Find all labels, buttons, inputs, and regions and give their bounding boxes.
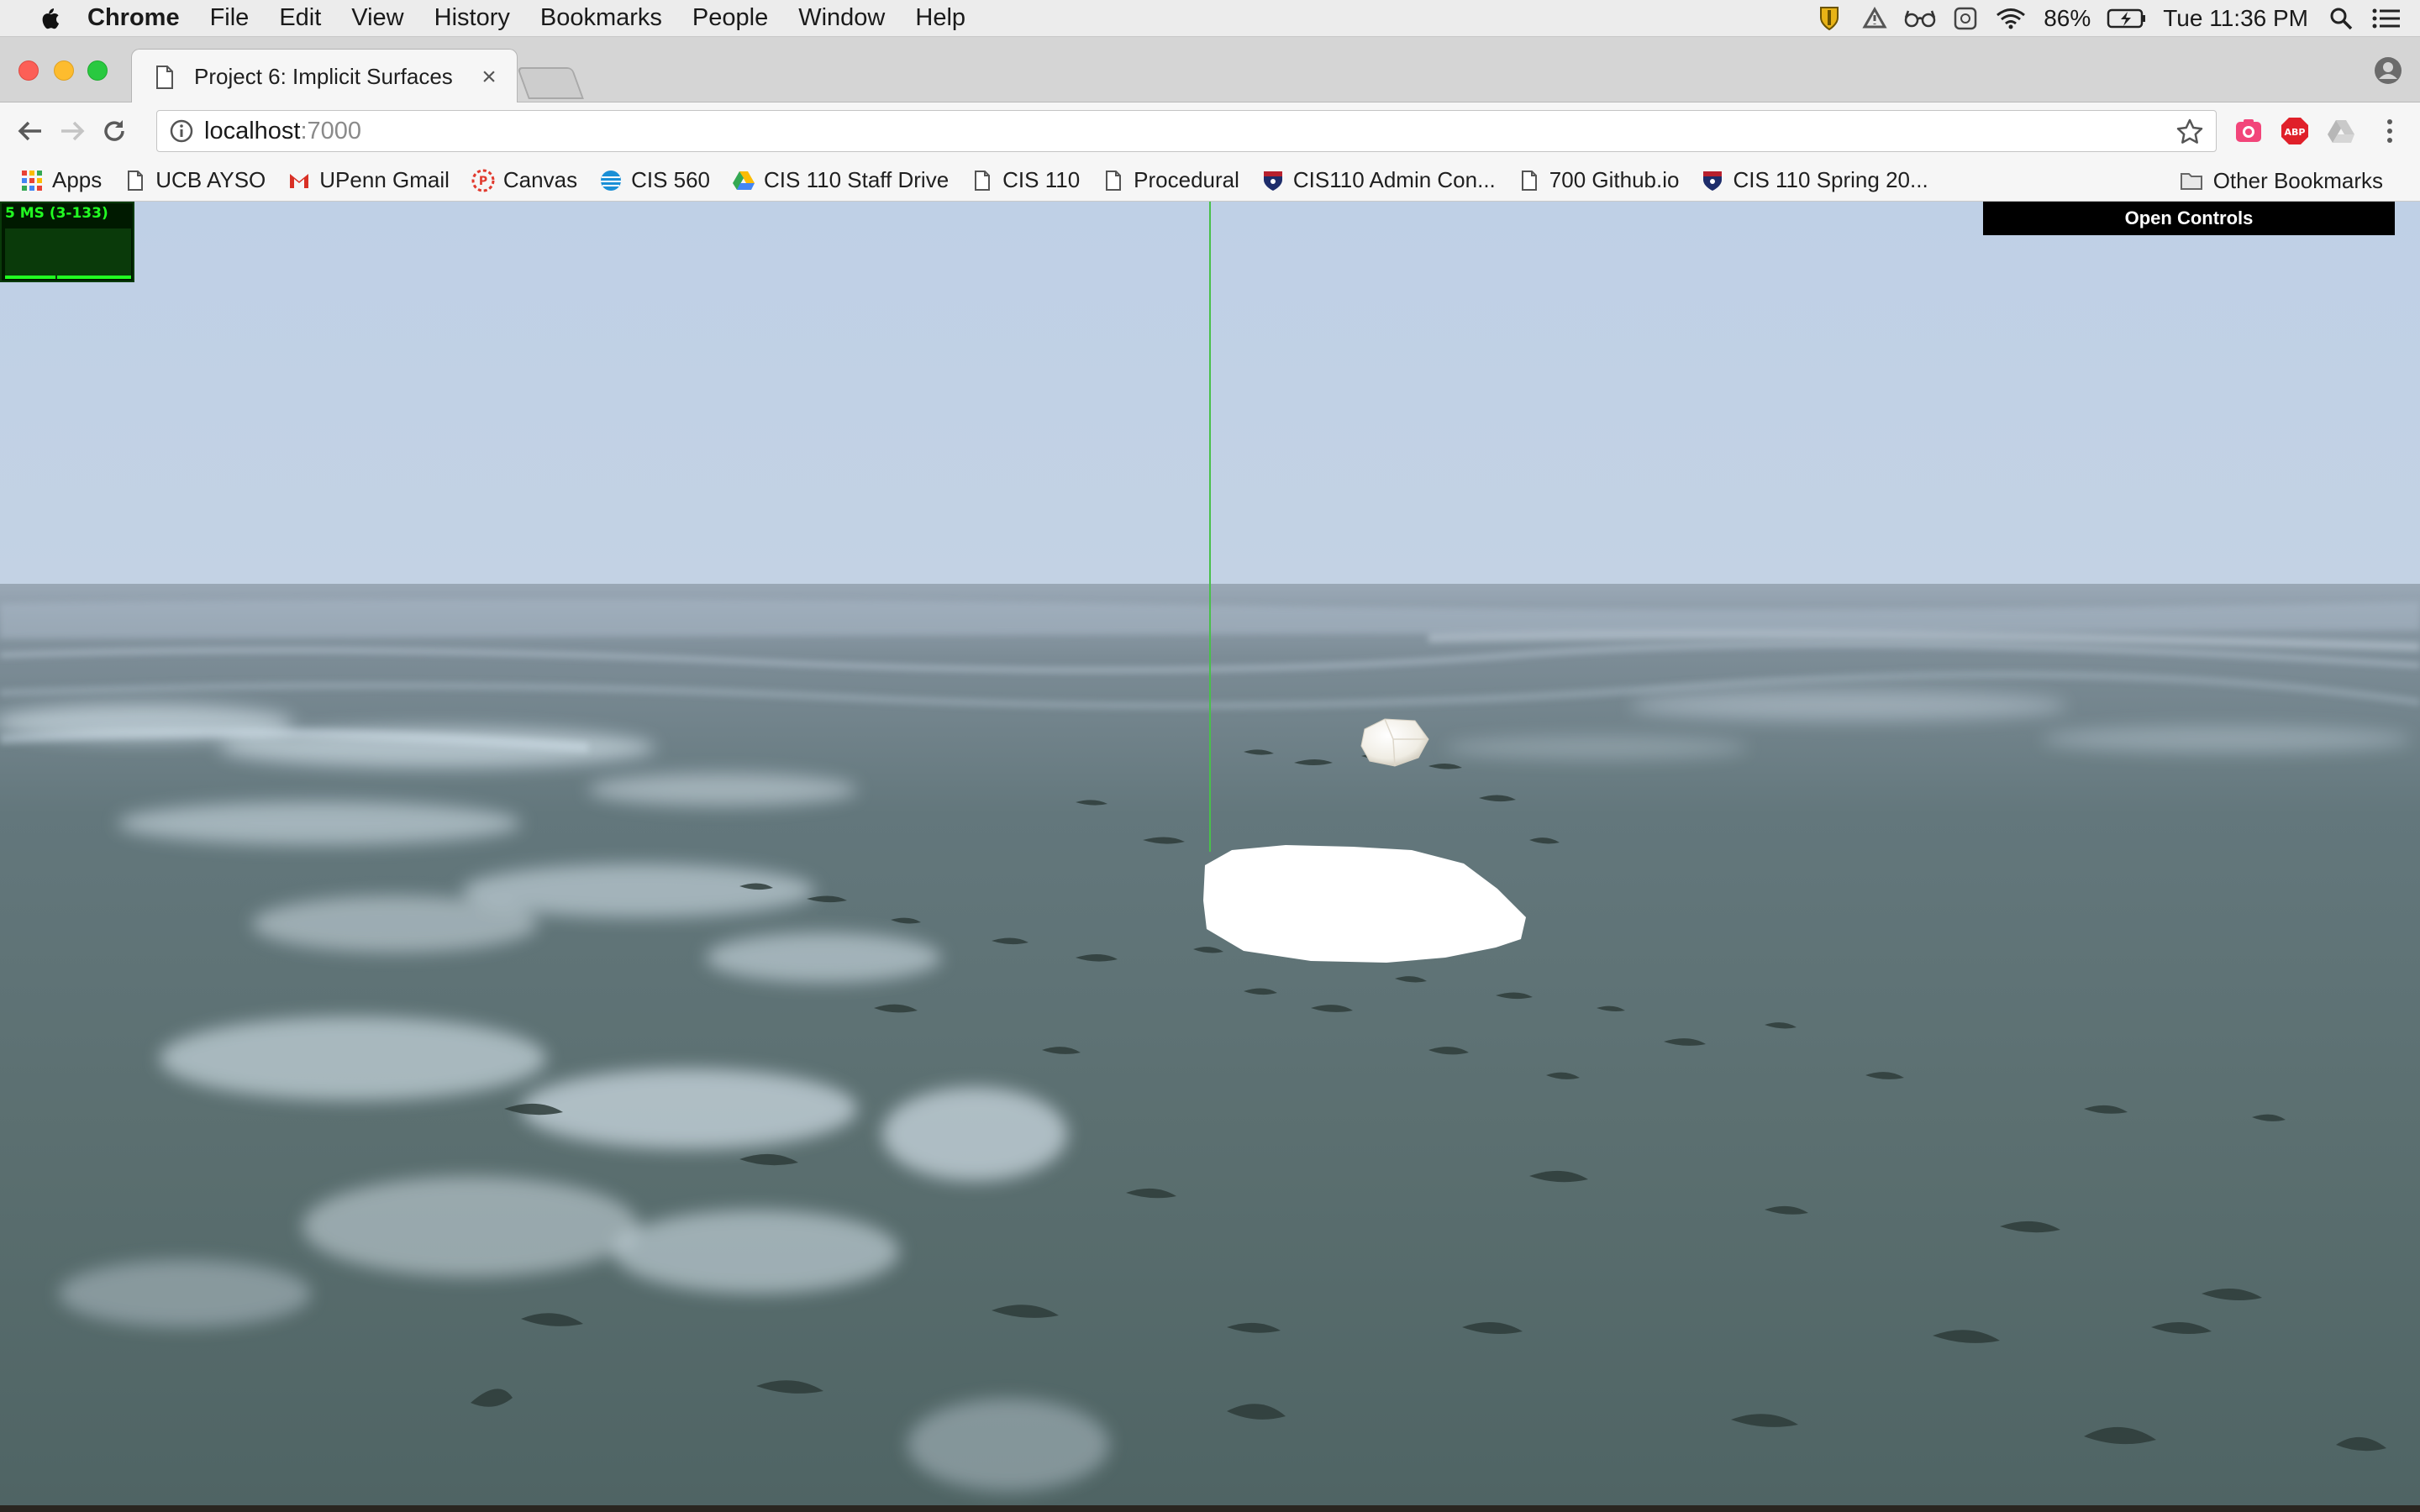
bookmark-label: CIS 110 Staff Drive <box>764 167 950 192</box>
address-bar[interactable]: localhost:7000 <box>156 110 2217 152</box>
bookmark-cis110-admin-console[interactable]: CIS110 Admin Con... <box>1261 167 1496 193</box>
back-button[interactable] <box>10 111 50 151</box>
canvas-icon: P <box>471 169 495 192</box>
notification-center-icon[interactable] <box>2368 0 2405 37</box>
screen-capture-icon[interactable] <box>1947 0 1984 37</box>
bookmark-label: CIS 560 <box>631 167 711 192</box>
open-controls-button[interactable]: Open Controls <box>1983 202 2395 235</box>
url-port: :7000 <box>300 117 362 144</box>
menu-people[interactable]: People <box>677 4 783 32</box>
url-text: localhost:7000 <box>204 118 361 145</box>
bookmark-ucb-ayso[interactable]: UCB AYSO <box>124 167 266 193</box>
wifi-icon[interactable] <box>1992 0 2029 37</box>
page-icon <box>1106 170 1122 191</box>
folder-icon <box>2180 173 2202 190</box>
page-icon <box>128 170 144 191</box>
bookmark-canvas[interactable]: P Canvas <box>471 167 577 193</box>
reload-button[interactable] <box>94 111 134 151</box>
stats-label: 5 MS (3-133) <box>5 205 108 222</box>
chrome-menu-icon[interactable] <box>2375 116 2405 146</box>
glasses-icon[interactable] <box>1902 0 1939 37</box>
menu-bookmarks[interactable]: Bookmarks <box>525 4 677 32</box>
bookmark-label: CIS 110 <box>1002 167 1081 192</box>
new-tab-button[interactable] <box>517 67 584 99</box>
google-drive-icon[interactable] <box>1856 0 1893 37</box>
menu-window[interactable]: Window <box>783 4 900 32</box>
bookmark-label: UPenn Gmail <box>319 167 450 192</box>
penn-shield-icon <box>1263 171 1282 191</box>
webgl-canvas[interactable]: 5 MS (3-133) Open Controls <box>0 202 2420 1505</box>
bookmark-cis-110-spring[interactable]: CIS 110 Spring 20... <box>1701 167 1928 193</box>
menu-edit[interactable]: Edit <box>264 4 336 32</box>
other-bookmarks-folder[interactable]: Other Bookmarks <box>2178 160 2383 202</box>
bookmark-procedural[interactable]: Procedural <box>1102 167 1239 193</box>
spotlight-search-icon[interactable] <box>2323 0 2360 37</box>
active-tab[interactable]: Project 6: Implicit Surfaces × <box>131 49 518 104</box>
bookmarks-bar: Apps UCB AYSO UPenn Gmail P Canvas CIS 5… <box>0 160 2420 202</box>
svg-text:ABP: ABP <box>2285 127 2306 138</box>
stats-graph <box>5 228 131 279</box>
google-drive-icon <box>733 171 755 190</box>
fps-stats-panel[interactable]: 5 MS (3-133) <box>0 202 134 282</box>
google-drive-extension-icon[interactable] <box>2326 116 2356 146</box>
bookmark-star-icon[interactable] <box>2175 118 2204 146</box>
bookmark-label: Canvas <box>502 167 578 192</box>
browser-toolbar: localhost:7000 <box>0 102 2420 160</box>
back-arrow-icon <box>18 121 41 141</box>
window-minimize-button[interactable] <box>54 60 74 81</box>
bookmark-upenn-gmail[interactable]: UPenn Gmail <box>287 167 450 193</box>
browser-tab-strip: Project 6: Implicit Surfaces × <box>0 37 2420 104</box>
screenshot-extension-icon[interactable] <box>2233 116 2264 146</box>
battery-percentage: 86% <box>2044 5 2091 31</box>
bookmark-label: Other Bookmarks <box>2212 167 2383 193</box>
page-icon <box>975 170 991 191</box>
bookmark-label: UCB AYSO <box>155 167 266 192</box>
bookmark-cis-560[interactable]: CIS 560 <box>599 167 710 193</box>
url-host: localhost <box>204 117 301 144</box>
tab-title: Project 6: Implicit Surfaces <box>194 64 453 89</box>
bookmark-apps[interactable]: Apps <box>20 167 102 193</box>
adblock-plus-icon[interactable]: ABP <box>2280 116 2310 146</box>
forward-arrow-icon <box>61 121 85 141</box>
apps-grid-icon <box>22 170 42 191</box>
window-fullscreen-button[interactable] <box>87 60 108 81</box>
ocean-scene <box>0 202 2420 1505</box>
profile-avatar-icon[interactable] <box>2373 55 2403 86</box>
reload-icon <box>104 120 124 141</box>
bookmark-cis-110[interactable]: CIS 110 <box>971 167 1080 193</box>
tab-close-icon[interactable]: × <box>476 63 502 92</box>
bookmark-label: 700 Github.io <box>1549 167 1680 192</box>
menu-help[interactable]: Help <box>900 4 981 32</box>
stats-graph-bars <box>5 262 131 279</box>
menu-bar-clock[interactable]: Tue 11:36 PM <box>2153 5 2318 32</box>
menu-view[interactable]: View <box>336 4 418 32</box>
norton-shield-icon[interactable] <box>1811 0 1848 37</box>
window-bottom-edge <box>0 1505 2420 1512</box>
page-icon <box>1521 170 1537 191</box>
bookmark-cis-110-staff-drive[interactable]: CIS 110 Staff Drive <box>732 167 949 193</box>
penn-shield-icon <box>1703 171 1723 191</box>
bookmark-700-github-io[interactable]: 700 Github.io <box>1518 167 1680 193</box>
menu-bar-status-area: 86% Tue 11:36 PM <box>1807 0 2420 37</box>
att-globe-icon <box>601 170 622 191</box>
svg-text:P: P <box>479 175 487 188</box>
forward-button[interactable] <box>52 111 92 151</box>
site-info-icon[interactable] <box>169 118 194 144</box>
gmail-icon <box>290 173 309 188</box>
page-icon <box>156 65 173 89</box>
bookmark-label: CIS 110 Spring 20... <box>1733 167 1928 192</box>
menu-app-chrome[interactable]: Chrome <box>72 4 195 32</box>
menu-history[interactable]: History <box>419 4 525 32</box>
macos-menu-bar: Chrome File Edit View History Bookmarks … <box>0 0 2420 37</box>
bookmark-label: Apps <box>52 167 103 192</box>
bookmark-label: CIS110 Admin Con... <box>1292 167 1496 192</box>
battery-charging-icon[interactable] <box>2105 0 2149 37</box>
bookmark-label: Procedural <box>1134 167 1239 192</box>
apple-logo-icon[interactable] <box>25 0 72 37</box>
menu-file[interactable]: File <box>195 4 265 32</box>
window-close-button[interactable] <box>18 60 39 81</box>
